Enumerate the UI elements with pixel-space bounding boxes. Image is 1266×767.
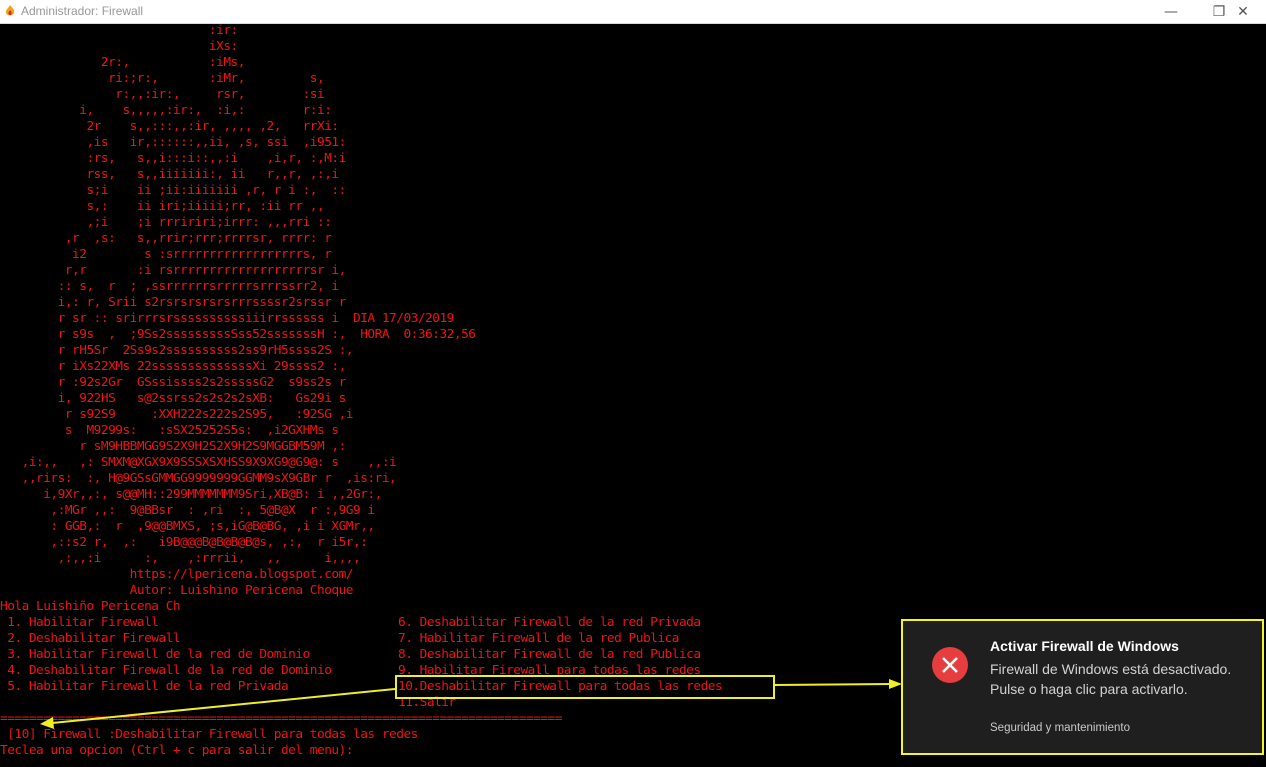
- separator-line: ========================================…: [0, 711, 562, 726]
- ascii-art-line: ,:MGr ,,: 9@BBsr : ,ri :, 5@B@X r :,9G9 …: [0, 503, 375, 518]
- ascii-art-line: :ir:: [0, 23, 238, 38]
- ascii-art-line: i,: r, Srii s2rsrsrsrsrsrrrssssr2srssr r: [0, 295, 347, 310]
- ascii-art-line: 2r s,,:::,,:ir, ,,,, ,2, rrXi:: [0, 119, 339, 134]
- ascii-art-line: ri:;r:, :iMr, s,: [0, 71, 325, 86]
- ascii-art-line: ,::s2 r, ,: i9B@@@B@B@B@B@s, ,:, r i5r,:: [0, 535, 368, 550]
- menu-item: 4. Deshabilitar Firewall de la red de Do…: [0, 663, 332, 678]
- ascii-art-line: iXs:: [0, 39, 238, 54]
- ascii-art-line: i,9Xr,,:, s@@MH::299MMMMMMM9Sri,XB@B: i …: [0, 487, 382, 502]
- ascii-art-line: ,;i ;i rrririri;irrr: ,,,rri ::: [0, 215, 332, 230]
- menu-item: 7. Habilitar Firewall de la red Publica: [398, 631, 679, 646]
- toast-source: Seguridad y mantenimiento: [990, 722, 1130, 734]
- ascii-art-line: i, s,,,,,:ir:, :i,: r:i:: [0, 103, 332, 118]
- ascii-art-line: :rs, s,,i:::i::,,:i ,i,r, :,M:i: [0, 151, 346, 166]
- ascii-art-line: r sr :: srirrrsrssssssssssiiirrssssss i …: [0, 311, 455, 326]
- ascii-art-line: s M9299s: :sSX25252S5s: ,i2GXHMs s: [0, 423, 339, 438]
- menu-item: 6. Deshabilitar Firewall de la red Priva…: [398, 615, 701, 630]
- ascii-art-line: Autor: Luishino Pericena Choque: [0, 583, 354, 598]
- highlight-box: [395, 675, 775, 699]
- toast-body: Firewall de Windows está desactivado. Pu…: [990, 661, 1232, 697]
- ascii-art-line: rss, s,,iiiiiii:, ii r,,r, ,:,i: [0, 167, 339, 182]
- menu-item: 3. Habilitar Firewall de la red de Domin…: [0, 647, 310, 662]
- error-x-icon: [932, 647, 968, 683]
- ascii-art-line: https://lpericena.blogspot.com/: [0, 567, 354, 582]
- ascii-art-line: : GGB,: r ,9@@BMXS, ;s,iG@B@BG, ,i i XGM…: [0, 519, 375, 534]
- ascii-art-line: ,is ir,::::::,,ii, ,s, ssi ,i951:: [0, 135, 346, 150]
- ascii-art-line: r s9s , ;9Ss2sssssssssSss52sssssssH :, H…: [0, 327, 476, 342]
- window-title: Administrador: Firewall: [21, 4, 144, 18]
- menu-item: 8. Deshabilitar Firewall de la red Publi…: [398, 647, 701, 662]
- ascii-art-line: s,: ii iri;iiiii;rr, :ii rr ,,: [0, 199, 325, 214]
- menu-item: 5. Habilitar Firewall de la red Privada: [0, 679, 289, 694]
- ascii-art-line: r :92s2Gr GSssissss2s2sssssG2 s9ss2s r: [0, 375, 347, 390]
- ascii-art-line: r rH5Sr 2Ss9s2ssssssssss2ss9rH5ssss2S :,: [0, 343, 354, 358]
- ascii-art-line: ,i:,, ,: SMXM@XGX9X9SSSXSXHSS9X9XG9@G9@:…: [0, 455, 397, 470]
- ascii-art-line: r s92S9 :XXH222s222s2S95, :92SG ,i: [0, 407, 354, 422]
- window-titlebar[interactable]: Administrador: Firewall — ❐ ✕: [0, 0, 1266, 24]
- ascii-art-line: r sM9HBBMGG9S2X9H2S2X9H2S9MGGBM59M ,:: [0, 439, 346, 454]
- ascii-art-line: s;i ii ;ii:iiiiiii ,r, r i :, ::: [0, 183, 346, 198]
- toast-title: Activar Firewall de Windows: [990, 638, 1179, 654]
- close-button[interactable]: ✕: [1220, 0, 1266, 23]
- minimize-button[interactable]: —: [1148, 0, 1194, 23]
- greeting-line: Hola Luishiño Pericena Ch: [0, 599, 181, 614]
- ascii-art-line: r,r :i rsrrrrrrrrrrrrrrrrrrrsr i,: [0, 263, 346, 278]
- windows-notification-toast[interactable]: Activar Firewall de Windows Firewall de …: [901, 619, 1264, 755]
- ascii-art-line: ,:,,:i :, ,:rrrii, ,, i,,,,: [0, 551, 361, 566]
- menu-item: 1. Habilitar Firewall: [0, 615, 159, 630]
- menu-item: 2. Deshabilitar Firewall: [0, 631, 181, 646]
- ascii-art-line: r:,,:ir:, rsr, :si: [0, 87, 325, 102]
- status-line: [10] Firewall :Deshabilitar Firewall par…: [0, 727, 418, 742]
- ascii-art-line: r iXs22XMs 22ssssssssssssssXi 29ssss2 :,: [0, 359, 347, 374]
- console-app-icon: [5, 5, 15, 16]
- ascii-art-line: ,,rirs: :, H@9GSsGMMGG9999999GGMM9sX9GBr…: [0, 471, 397, 486]
- ascii-art-line: i, 922HS s@2ssrss2s2s2s2sXB: Gs29i s: [0, 391, 347, 406]
- ascii-art-line: :: s, r ; ,ssrrrrrrsrrrrrsrrrssrr2, i: [0, 279, 339, 294]
- ascii-art-line: 2r:, :iMs,: [0, 55, 246, 70]
- ascii-art-line: ,r ,s: s,,rrir;rrr;rrrrsr, rrrr: r: [0, 231, 332, 246]
- prompt-line: Teclea una opcion (Ctrl + c para salir d…: [0, 743, 354, 758]
- ascii-art-line: i2 s :srrrrrrrrrrrrrrrrrrs, r: [0, 247, 332, 262]
